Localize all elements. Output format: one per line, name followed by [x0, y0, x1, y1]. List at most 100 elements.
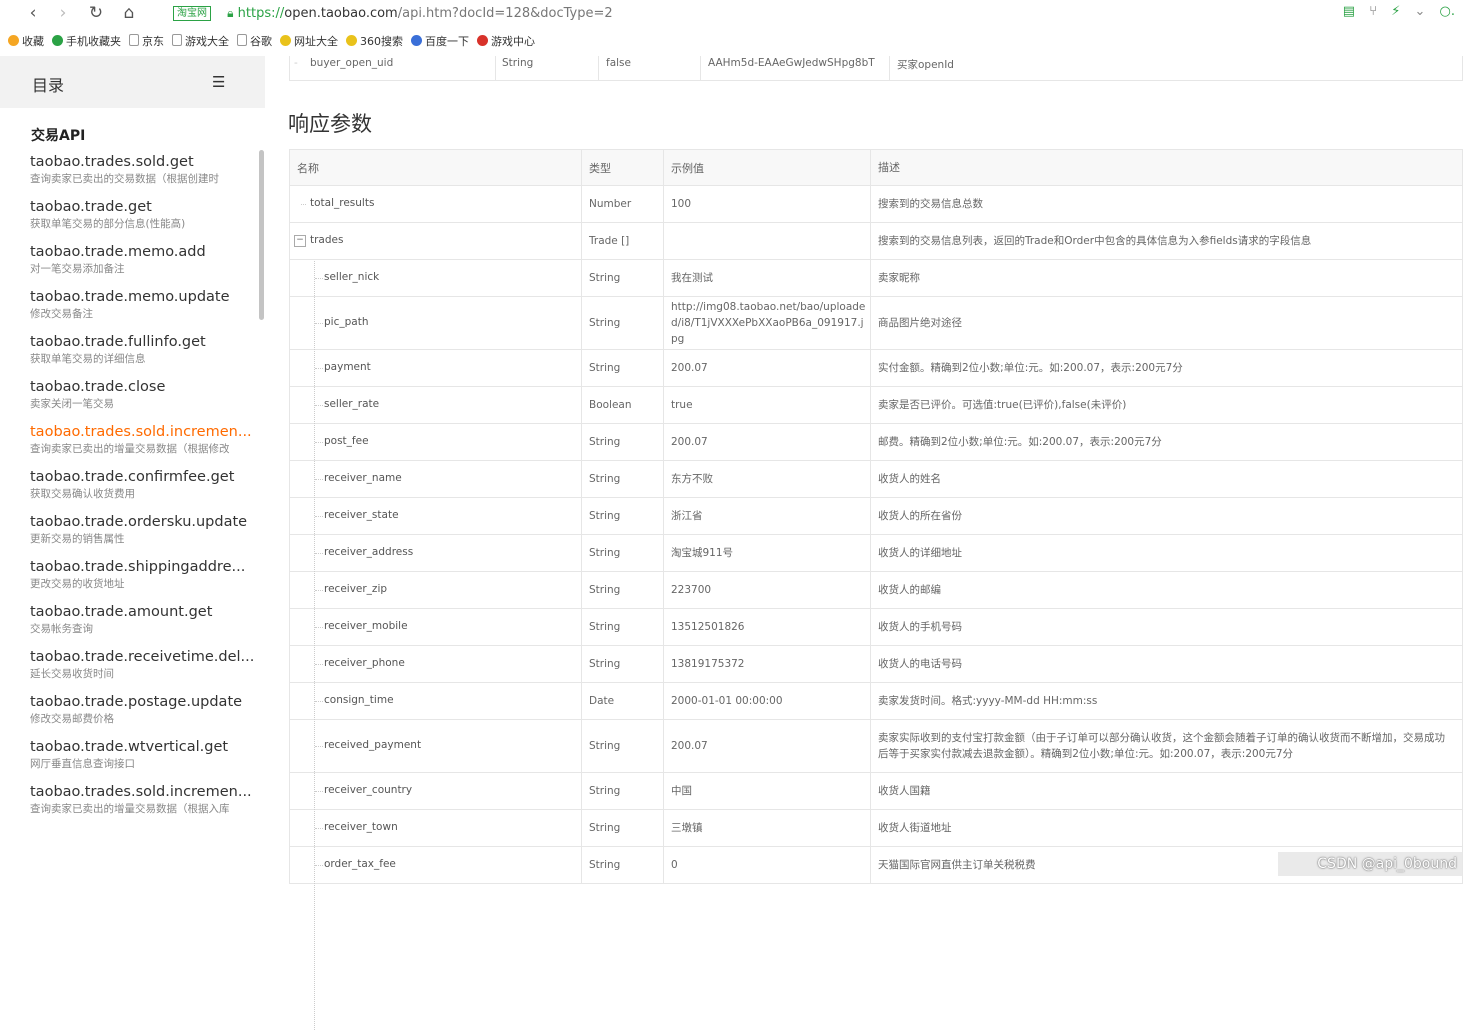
header-example: 示例值 [663, 150, 870, 185]
sidebar-item[interactable]: taobao.trade.close 卖家关闭一笔交易 [30, 378, 255, 423]
sidebar-item[interactable]: taobao.trade.memo.update 修改交易备注 [30, 288, 255, 333]
cell-example [663, 223, 870, 259]
cell-desc: 卖家实际收到的支付宝打款金额（由于子订单可以部分确认收货，这个金额会随着子订单的… [870, 720, 1462, 772]
bookmark-item[interactable]: 游戏中心 [477, 31, 535, 53]
cell-type: String [581, 498, 663, 534]
cell-desc: 收货人的详细地址 [870, 535, 1462, 571]
chevron-down-icon[interactable]: ⌄ [1414, 4, 1425, 19]
bookmark-label: 京东 [142, 35, 164, 48]
param-name: receiver_name [324, 472, 402, 484]
cell-type: Date [581, 683, 663, 719]
sidebar-item-desc: 卖家关闭一笔交易 [30, 398, 114, 410]
cell-type: String [581, 424, 663, 460]
search-icon[interactable]: ○. [1440, 4, 1455, 19]
bookmark-icon [477, 35, 488, 46]
sidebar-item[interactable]: taobao.trades.sold.incremen... 查询卖家已卖出的增量… [30, 783, 255, 828]
lightning-icon[interactable]: ⚡︎ [1391, 4, 1400, 19]
bookmark-label: 游戏大全 [185, 35, 229, 48]
collapse-toggle[interactable]: − [294, 235, 306, 247]
table-row: receiver_name String 东方不败 收货人的姓名 [290, 461, 1462, 498]
sidebar-item[interactable]: taobao.trade.fullinfo.get 获取单笔交易的详细信息 [30, 333, 255, 378]
bookmarks-bar: 收藏 手机收藏夹 京东 游戏大全 谷歌 网址大全 360搜索 百度一下 游戏中心 [0, 31, 1463, 53]
tree-connector [301, 204, 306, 205]
bookmark-label: 手机收藏夹 [66, 35, 121, 48]
param-name: order_tax_fee [324, 858, 396, 870]
cell-desc: 收货人的手机号码 [870, 609, 1462, 645]
sidebar-item[interactable]: taobao.trade.get 获取单笔交易的部分信息(性能高) [30, 198, 255, 243]
sidebar-item-title: taobao.trade.fullinfo.get [30, 334, 206, 350]
cell-example: 13512501826 [663, 609, 870, 645]
forward-icon[interactable]: › [52, 2, 74, 24]
sidebar-item-desc: 更新交易的销售属性 [30, 533, 125, 545]
response-params-title: 响应参数 [288, 112, 372, 136]
sidebar-item-desc: 查询卖家已卖出的交易数据（根据创建时 [30, 173, 219, 185]
bookmark-icon [52, 35, 63, 46]
bookmark-item[interactable]: 游戏大全 [172, 31, 229, 53]
site-badge: 淘宝网 [173, 6, 211, 21]
cell-type: String [581, 720, 663, 772]
share-icon[interactable]: ⑂ [1369, 4, 1377, 19]
sidebar-item[interactable]: taobao.trade.ordersku.update 更新交易的销售属性 [30, 513, 255, 558]
cell-desc: 收货人的邮编 [870, 572, 1462, 608]
sidebar-list: taobao.trades.sold.get 查询卖家已卖出的交易数据（根据创建时… [30, 153, 255, 828]
refresh-icon[interactable]: ↻ [85, 2, 107, 24]
param-name: post_fee [324, 435, 369, 447]
tree-connector [315, 278, 323, 279]
watermark: CSDN @api_0bound [1278, 852, 1463, 876]
back-icon[interactable]: ‹ [22, 2, 44, 24]
sidebar-item[interactable]: taobao.trade.postage.update 修改交易邮费价格 [30, 693, 255, 738]
cell-example: 200.07 [663, 424, 870, 460]
reader-icon[interactable]: ▤ [1343, 4, 1355, 19]
sidebar-item-desc: 修改交易备注 [30, 308, 93, 320]
sidebar-item[interactable]: taobao.trade.confirmfee.get 获取交易确认收货费用 [30, 468, 255, 513]
bookmark-item[interactable]: 京东 [129, 31, 164, 53]
bookmark-item[interactable]: 360搜索 [346, 31, 403, 53]
tree-connector [315, 553, 323, 554]
cell-example: 13819175372 [663, 646, 870, 682]
sidebar-item[interactable]: taobao.trade.amount.get 交易帐务查询 [30, 603, 255, 648]
bookmark-item[interactable]: 收藏 [8, 31, 44, 53]
tree-connector [315, 590, 323, 591]
table-header: 名称 类型 示例值 描述 [290, 150, 1462, 186]
home-icon[interactable]: ⌂ [118, 2, 140, 24]
table-row: received_payment String 200.07 卖家实际收到的支付宝打款… [290, 720, 1462, 773]
sidebar-item-desc: 查询卖家已卖出的增量交易数据（根据修改 [30, 443, 230, 455]
param-name: payment [324, 361, 371, 373]
cell-desc: 收货人的所在省份 [870, 498, 1462, 534]
address-bar[interactable]: 淘宝网 🔒︎ https://open.taobao.com/api.htm?d… [165, 2, 1325, 24]
bookmark-item[interactable]: 网址大全 [280, 31, 338, 53]
sidebar-item[interactable]: taobao.trade.shippingaddre... 更改交易的收货地址 [30, 558, 255, 603]
url-host: open.taobao.com [284, 6, 398, 21]
param-name: pic_path [324, 316, 369, 328]
request-param-row: - buyer_open_uid String false AAHm5d-EAA… [289, 56, 1463, 81]
sidebar-item-title: taobao.trade.get [30, 199, 152, 215]
cell-example: 淘宝城911号 [663, 535, 870, 571]
cell-example: true [663, 387, 870, 423]
sidebar-item[interactable]: taobao.trade.receivetime.del... 延长交易收货时间 [30, 648, 255, 693]
param-name: seller_rate [324, 398, 380, 410]
sidebar-scrollbar[interactable] [259, 150, 264, 320]
cell-example: 100 [663, 186, 870, 222]
tree-connector: - [294, 57, 298, 69]
list-icon[interactable]: ☰ [212, 73, 225, 91]
table-row: receiver_town String 三墩镇 收货人街道地址 [290, 810, 1462, 847]
param-name: receiver_country [324, 784, 413, 796]
sidebar-item-desc: 延长交易收货时间 [30, 668, 114, 680]
bookmark-icon [346, 35, 357, 46]
bookmark-item[interactable]: 手机收藏夹 [52, 31, 121, 53]
sidebar-item[interactable]: taobao.trade.wtvertical.get 网厅垂直信息查询接口 [30, 738, 255, 783]
sidebar-item[interactable]: taobao.trades.sold.get 查询卖家已卖出的交易数据（根据创建时 [30, 153, 255, 198]
sidebar: 目录 ☰ 交易API taobao.trades.sold.get 查询卖家已卖出… [0, 56, 265, 880]
bookmark-item[interactable]: 百度一下 [411, 31, 469, 53]
cell-name: received_payment [290, 720, 580, 772]
cell-example: 浙江省 [663, 498, 870, 534]
tree-connector [315, 516, 323, 517]
tree-connector [315, 746, 323, 747]
sidebar-item-title: taobao.trade.memo.update [30, 289, 230, 305]
sidebar-item[interactable]: taobao.trades.sold.incremen... 查询卖家已卖出的增量… [30, 423, 255, 468]
param-name: received_payment [324, 739, 422, 751]
sidebar-item[interactable]: taobao.trade.memo.add 对一笔交易添加备注 [30, 243, 255, 288]
cell-name: receiver_mobile [290, 609, 580, 645]
bookmark-item[interactable]: 谷歌 [237, 31, 272, 53]
table-row: consign_time Date 2000-01-01 00:00:00 卖家发货时… [290, 683, 1462, 720]
